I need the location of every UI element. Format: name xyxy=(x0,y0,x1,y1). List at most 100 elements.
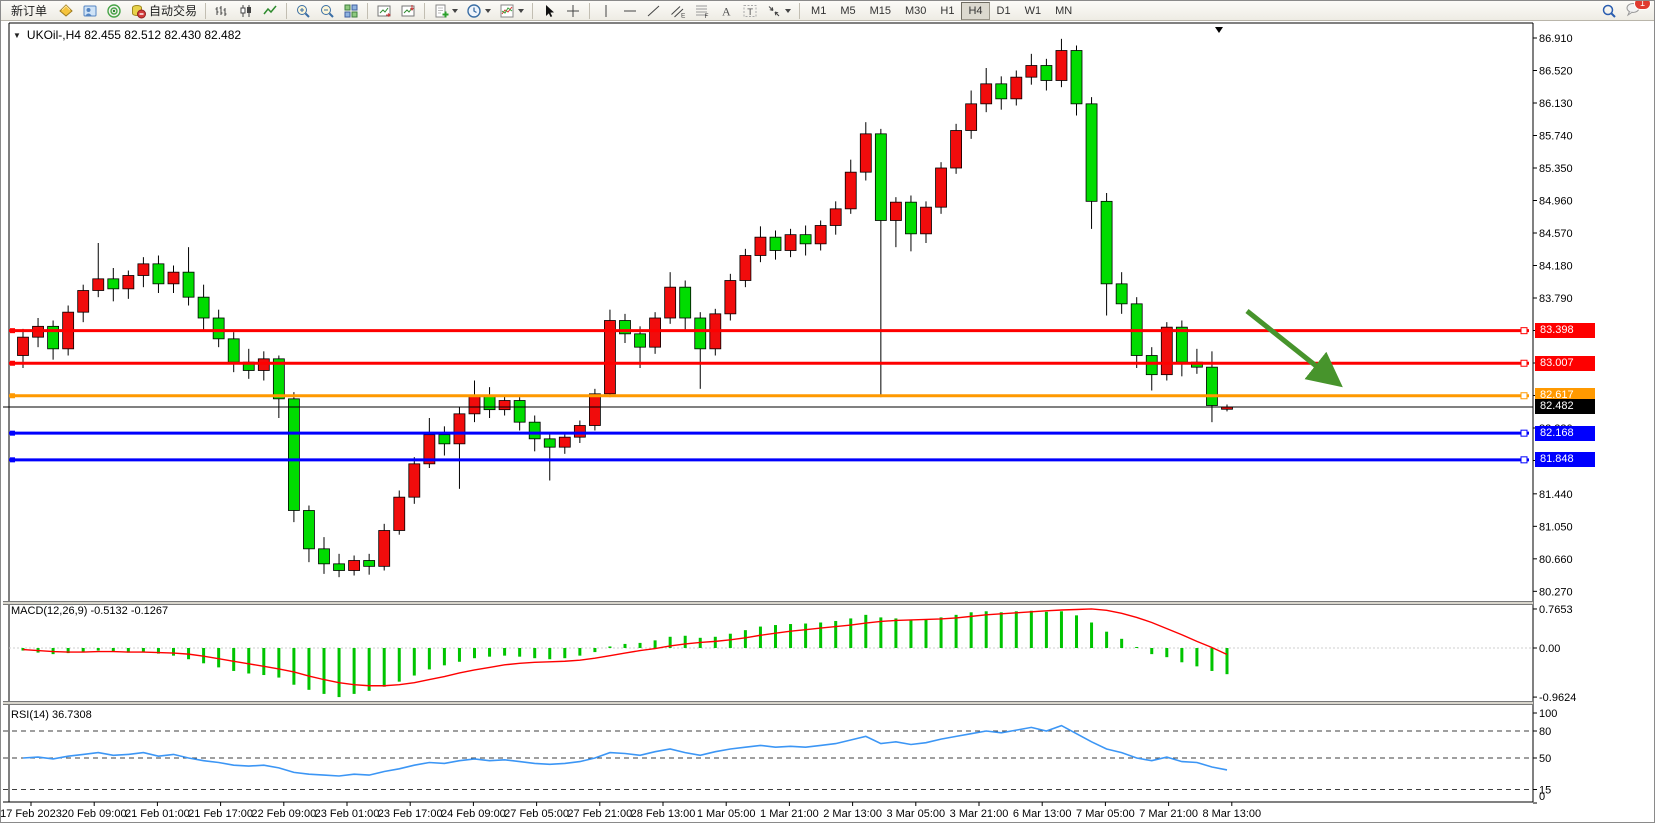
new-order-button[interactable]: 新订单 xyxy=(5,2,53,20)
candle-bullish xyxy=(921,207,932,234)
signal-icon xyxy=(106,3,122,19)
zoom-out-icon-button[interactable] xyxy=(316,2,338,20)
indic-icon xyxy=(499,3,515,19)
price-level-label: 83.007 xyxy=(1535,356,1595,371)
svg-text:84.960: 84.960 xyxy=(1539,196,1573,208)
timeframe-button-h1[interactable]: H1 xyxy=(933,2,961,20)
docplus-icon xyxy=(433,3,449,19)
price-level-label: 81.848 xyxy=(1535,452,1595,467)
time-label: 27 Feb 21:00 xyxy=(567,808,632,820)
crosshair-icon-button[interactable] xyxy=(562,2,584,20)
candle-bullish xyxy=(966,104,977,131)
bar-chart-icon-button[interactable] xyxy=(211,2,233,20)
candle-bearish xyxy=(996,84,1007,99)
candle-bullish xyxy=(785,235,796,251)
time-label: 20 Feb 09:00 xyxy=(62,808,127,820)
fibonacci-icon-button[interactable]: F xyxy=(691,2,713,20)
candle-bullish xyxy=(349,560,360,570)
candle-bullish xyxy=(951,131,962,168)
candle-bullish xyxy=(18,337,29,355)
chart-canvas[interactable]: 86.91086.52086.13085.74085.35084.96084.5… xyxy=(1,21,1655,823)
search-icon-button[interactable] xyxy=(1598,2,1620,20)
auto-scroll-icon-button[interactable] xyxy=(373,2,395,20)
timeframe-button-m5[interactable]: M5 xyxy=(833,2,862,20)
tile-icon xyxy=(343,3,359,19)
candlestick-chart-icon-button[interactable] xyxy=(235,2,257,20)
timeframe-button-m15[interactable]: M15 xyxy=(863,2,898,20)
time-label: 23 Feb 17:00 xyxy=(378,808,443,820)
chevron-down-icon[interactable] xyxy=(518,9,524,13)
candle-bullish xyxy=(890,202,901,220)
signals-icon-button[interactable] xyxy=(103,2,125,20)
tile-windows-icon-button[interactable] xyxy=(340,2,362,20)
vertical-line-icon-button[interactable] xyxy=(595,2,617,20)
time-label: 21 Feb 17:00 xyxy=(188,808,253,820)
texta-icon: A xyxy=(718,3,734,19)
zoom-in-icon-button[interactable] xyxy=(292,2,314,20)
chart-shift-icon-button[interactable] xyxy=(397,2,419,20)
chevron-down-icon[interactable] xyxy=(485,9,491,13)
text-icon-button[interactable]: A xyxy=(715,2,737,20)
arrows-icon-button[interactable] xyxy=(763,2,794,20)
arrange2-icon xyxy=(400,3,416,19)
cursor-icon-button[interactable] xyxy=(538,2,560,20)
candle-bearish xyxy=(153,264,164,284)
chart-shift-marker-icon[interactable] xyxy=(1215,27,1223,33)
price-level-label: 82.482 xyxy=(1535,399,1595,414)
svg-text:A: A xyxy=(722,4,731,18)
text-label-icon-button[interactable]: T xyxy=(739,2,761,20)
channel-icon: E xyxy=(670,3,686,19)
crosshair-icon xyxy=(565,3,581,19)
period-icon-button[interactable] xyxy=(463,2,494,20)
timeframe-button-w1[interactable]: W1 xyxy=(1018,2,1049,20)
candle-bearish xyxy=(198,297,209,318)
mql-editor-icon-button[interactable] xyxy=(79,2,101,20)
timeframe-button-d1[interactable]: D1 xyxy=(990,2,1018,20)
autotrade-icon xyxy=(130,3,146,19)
svg-text:86.130: 86.130 xyxy=(1539,98,1573,110)
collapse-triangle-icon[interactable]: ▼ xyxy=(13,31,21,40)
chat-icon-button[interactable]: 1 xyxy=(1622,0,1645,18)
time-label: 7 Mar 21:00 xyxy=(1139,808,1198,820)
svg-text:86.910: 86.910 xyxy=(1539,33,1573,45)
candle-bearish xyxy=(695,318,706,349)
chart-window[interactable]: 86.91086.52086.13085.74085.35084.96084.5… xyxy=(1,21,1655,823)
chevron-down-icon[interactable] xyxy=(452,9,458,13)
candle-bearish xyxy=(303,510,314,548)
timeframe-button-mn[interactable]: MN xyxy=(1048,2,1079,20)
chevron-down-icon[interactable] xyxy=(785,9,791,13)
svg-text:85.740: 85.740 xyxy=(1539,131,1573,143)
trend-arrow-annotation[interactable] xyxy=(1247,311,1335,381)
candle-bearish xyxy=(288,399,299,511)
autotrade-button[interactable]: 自动交易 xyxy=(127,2,200,20)
candle-bullish xyxy=(168,272,179,284)
notification-badge: 1 xyxy=(1634,0,1651,10)
line-chart-icon-button[interactable] xyxy=(259,2,281,20)
line-anchor xyxy=(1521,328,1527,334)
candle-bearish xyxy=(213,318,224,339)
timeframe-button-m30[interactable]: M30 xyxy=(898,2,933,20)
candle-bearish xyxy=(228,339,239,362)
indicators-icon-button[interactable] xyxy=(496,2,527,20)
candles-layer xyxy=(18,39,1233,577)
timeframe-button-m1[interactable]: M1 xyxy=(804,2,833,20)
line-anchor xyxy=(1521,360,1527,366)
candle-bearish xyxy=(1071,51,1082,104)
candle-bullish xyxy=(725,281,736,314)
time-label: 23 Feb 01:00 xyxy=(315,808,380,820)
symbol-ohlc-text: UKOil-,H4 82.455 82.512 82.430 82.482 xyxy=(27,28,241,42)
timeframe-button-h4[interactable]: H4 xyxy=(961,2,989,20)
equidistant-channel-icon-button[interactable]: E xyxy=(667,2,689,20)
candle-bullish xyxy=(499,400,510,409)
horizontal-line-icon-button[interactable] xyxy=(619,2,641,20)
candle-bearish xyxy=(770,237,781,250)
zoomin-icon xyxy=(295,3,311,19)
new-chart-icon-button[interactable] xyxy=(430,2,461,20)
trendline-icon-button[interactable] xyxy=(643,2,665,20)
time-label: 7 Mar 05:00 xyxy=(1076,808,1135,820)
candle-bullish xyxy=(454,414,465,444)
diamond-icon-button[interactable] xyxy=(55,2,77,20)
candle-bullish xyxy=(123,276,134,289)
candle-bearish xyxy=(1116,284,1127,304)
arrange1-icon xyxy=(376,3,392,19)
